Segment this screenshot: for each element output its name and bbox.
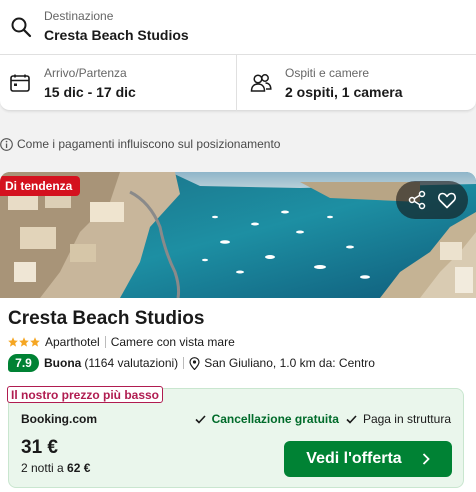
dates-field[interactable]: Arrivo/Partenza 15 dic - 17 dic [0,55,237,111]
free-cancellation: Cancellazione gratuita [211,412,339,426]
pay-at-property: Paga in struttura [362,412,451,426]
search-icon [11,17,32,38]
room-feature: Camere con vista mare [110,335,235,349]
location-pin-icon [189,356,200,370]
destination-value: Cresta Beach Studios [44,27,189,43]
guests-value: 2 ospiti, 1 camera [285,84,403,100]
offer-provider: Booking.com [21,412,98,426]
dates-label: Arrivo/Partenza [44,66,127,80]
rating-line: 7.9 Buona (1164 valutazioni) San Giulian… [8,354,375,372]
share-icon[interactable] [407,190,427,210]
hotel-card[interactable]: Di tendenza Cresta Beach Studios Apartho… [0,172,476,492]
star-icon [8,337,18,347]
total-price-line: 2 notti a 62 € [21,461,90,475]
destination-label: Destinazione [44,9,114,23]
check-icon [346,414,357,424]
review-count: (1164 valutazioni) [84,356,179,370]
info-icon [0,137,13,151]
location-text: San Giuliano, 1.0 km da: Centro [204,356,375,370]
chevron-right-icon [422,453,430,465]
offer-benefits: Cancellazione gratuita Paga in struttura [194,412,451,426]
payment-info-text: Come i pagamenti influiscono sul posizio… [17,137,281,151]
nights-prefix: 2 notti a [21,461,64,475]
payment-info-link[interactable]: Come i pagamenti influiscono sul posizio… [0,136,280,152]
total-price: 62 € [67,461,91,475]
review-score-word: Buona [44,356,82,370]
star-icon [19,337,29,347]
check-icon [194,414,206,424]
property-type-line: Aparthotel Camere con vista mare [8,335,235,349]
lowest-price-tag: Il nostro prezzo più basso [7,386,164,403]
star-rating [8,337,41,347]
view-deal-button[interactable]: Vedi l'offerta [284,441,452,477]
view-deal-label: Vedi l'offerta [306,450,402,467]
calendar-icon [10,74,30,92]
hotel-name[interactable]: Cresta Beach Studios [8,308,204,330]
review-score-badge: 7.9 [8,354,39,372]
property-type: Aparthotel [45,335,100,349]
guests-field[interactable]: Ospiti e camere 2 ospiti, 1 camera [237,55,476,111]
destination-field[interactable]: Destinazione Cresta Beach Studios [0,0,476,55]
star-icon [30,337,40,347]
heart-icon[interactable] [437,190,457,210]
dates-value: 15 dic - 17 dic [44,84,136,100]
divider [104,336,106,348]
photo-actions [396,181,468,219]
offer-box[interactable]: Booking.com Cancellazione gratuita Paga … [8,388,464,488]
price-per-night: 31 € [21,437,58,458]
search-card: Destinazione Cresta Beach Studios Arrivo… [0,0,476,111]
trending-badge: Di tendenza [0,176,81,196]
guests-label: Ospiti e camere [285,66,370,80]
guests-icon [250,74,272,92]
divider [183,357,185,369]
